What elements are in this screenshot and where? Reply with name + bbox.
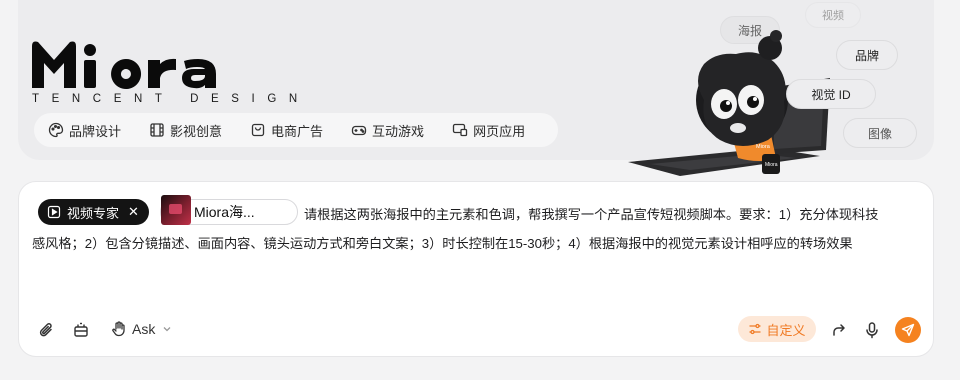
- category-interactive-games[interactable]: 互动游戏: [351, 121, 424, 140]
- brand-logo: TENCENT DESIGN: [30, 38, 297, 105]
- category-nav: 品牌设计 影视创意 电商广告 互动游戏 网页应用: [34, 113, 558, 147]
- floating-tag-brand[interactable]: 品牌: [836, 40, 898, 70]
- mode-label: Ask: [132, 321, 156, 337]
- attachment-chip[interactable]: Miora海...: [160, 195, 298, 225]
- category-label: 电商广告: [271, 123, 324, 139]
- chevron-down-icon: [163, 327, 171, 332]
- paperclip-icon: [39, 323, 52, 337]
- custom-settings-button[interactable]: 自定义: [738, 316, 816, 342]
- category-label: 影视创意: [170, 123, 223, 139]
- category-web-apps[interactable]: 网页应用: [452, 121, 525, 140]
- send-button[interactable]: [895, 317, 921, 343]
- expert-tag[interactable]: 视频专家 ✕: [38, 199, 149, 225]
- category-label: 网页应用: [473, 123, 526, 139]
- film-icon: [150, 123, 164, 137]
- attachment-name: Miora海...: [194, 204, 255, 220]
- sliders-icon: [749, 323, 762, 335]
- logo-subtitle: TENCENT DESIGN: [32, 93, 310, 105]
- prompt-text-line-2[interactable]: 感风格；2）包含分镜描述、画面内容、镜头运动方式和旁白文案；3）时长控制在15-…: [32, 233, 853, 252]
- floating-tag-visual-id[interactable]: 视觉 ID: [786, 79, 876, 109]
- floating-tag-image[interactable]: 图像: [843, 118, 917, 148]
- shirt-label: Miora: [756, 144, 771, 150]
- mug-label: Miora: [765, 162, 778, 168]
- category-ecommerce-ads[interactable]: 电商广告: [250, 121, 323, 140]
- poster-thumbnail: [161, 195, 191, 225]
- send-icon: [901, 323, 915, 337]
- expert-tag-label: 视频专家: [67, 205, 120, 221]
- redo-button[interactable]: [829, 320, 849, 340]
- shopping-bag-icon: [251, 123, 265, 137]
- browser-window-icon: [452, 123, 468, 137]
- category-label: 品牌设计: [69, 123, 122, 139]
- microphone-icon: [866, 322, 878, 339]
- floating-tag-video[interactable]: 视频: [805, 2, 861, 28]
- custom-label: 自定义: [766, 322, 806, 338]
- category-brand-design[interactable]: 品牌设计: [48, 121, 121, 140]
- toolbox-button[interactable]: [71, 320, 91, 340]
- toolbox-icon: [74, 322, 88, 337]
- video-play-icon: [47, 205, 61, 219]
- miora-wordmark: [32, 41, 216, 89]
- close-icon[interactable]: ✕: [128, 204, 139, 220]
- gamepad-icon: [351, 125, 367, 136]
- mode-selector[interactable]: Ask: [110, 320, 177, 338]
- voice-input-button[interactable]: [862, 320, 882, 340]
- palette-icon: [48, 122, 64, 138]
- category-film-creative[interactable]: 影视创意: [149, 121, 222, 140]
- prompt-text-line-1[interactable]: 请根据这两张海报中的主元素和色调，帮我撰写一个产品宣传短视频脚本。要求：1）充分…: [304, 204, 878, 223]
- attach-button[interactable]: [37, 320, 57, 340]
- redo-arrow-icon: [833, 324, 845, 336]
- category-label: 互动游戏: [372, 123, 425, 139]
- hand-icon: [112, 321, 125, 337]
